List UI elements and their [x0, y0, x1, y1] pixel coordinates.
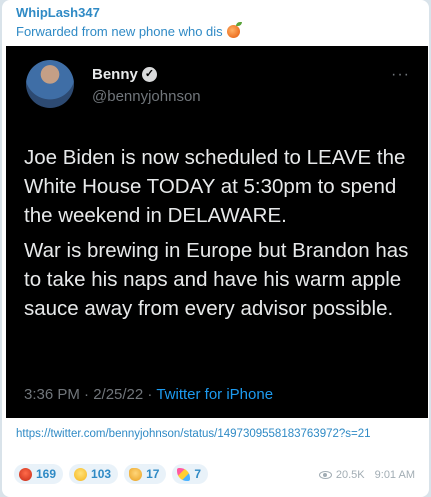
verified-badge-icon: ✓: [142, 67, 157, 82]
reaction-count: 17: [146, 467, 160, 481]
view-count: 20.5K: [335, 469, 365, 481]
reaction-count: 103: [91, 467, 112, 481]
reaction-angry[interactable]: 169: [14, 464, 64, 484]
reaction-count: 169: [36, 467, 57, 481]
reaction-grin[interactable]: 103: [69, 464, 119, 484]
angry-face-icon: [19, 467, 32, 481]
message-stats: 20.5K 9:01 AM: [318, 469, 415, 481]
tweet-author-handle: @bennyjohnson: [92, 88, 201, 105]
thumbs-up-icon: [129, 467, 143, 481]
tweet-paragraph-2: War is brewing in Europe but Brandon has…: [24, 239, 409, 320]
reaction-count: 7: [194, 467, 202, 481]
message-bubble: WhipLash347 Forwarded from new phone who…: [2, 0, 429, 497]
tweet-link[interactable]: https://twitter.com/bennyjohnson/status/…: [16, 426, 412, 442]
tweet-source: Twitter for iPhone: [156, 386, 274, 403]
more-options-icon: ···: [391, 66, 410, 83]
eye-icon: [318, 471, 332, 479]
tweet-timestamp: 3:36 PM · 2/25/22 ·: [24, 386, 157, 403]
tweet-author-name: Benny: [92, 66, 138, 83]
peach-emoji-icon: [226, 22, 242, 38]
reaction-party[interactable]: 7: [172, 464, 209, 484]
message-time: 9:01 AM: [374, 469, 415, 481]
sender-name[interactable]: WhipLash347: [16, 5, 100, 20]
grinning-face-icon: [74, 467, 88, 481]
tweet-meta: 3:36 PM · 2/25/22 · Twitter for iPhone: [24, 386, 273, 403]
reaction-thumbs-up[interactable]: 17: [124, 464, 167, 484]
tweet-paragraph-1: Joe Biden is now scheduled to LEAVE the …: [24, 146, 406, 227]
avatar: [26, 60, 74, 108]
forwarded-from[interactable]: Forwarded from new phone who dis: [16, 22, 242, 39]
tweet-screenshot: Benny ✓ @bennyjohnson ··· Joe Biden is n…: [6, 46, 428, 418]
forwarded-from-label: Forwarded from new phone who dis: [16, 24, 223, 39]
reactions-bar: 169 103 17 7: [14, 464, 209, 484]
party-popper-icon: [177, 467, 191, 481]
